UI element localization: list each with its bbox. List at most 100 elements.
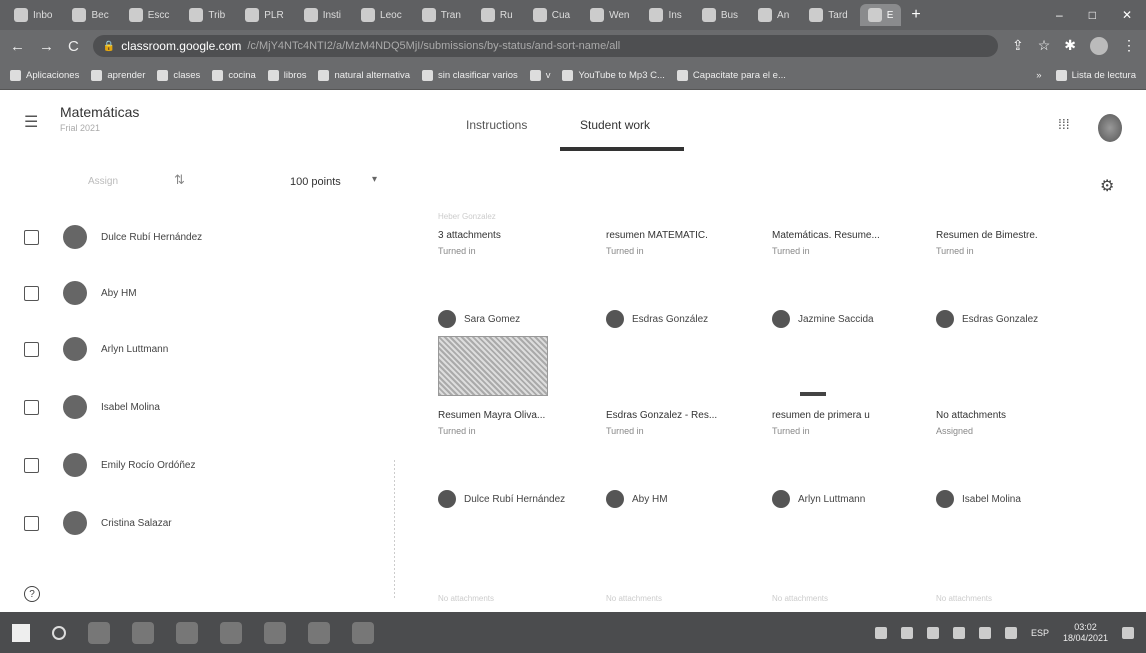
clock[interactable]: 03:02 18/04/2021: [1063, 622, 1108, 644]
student-checkbox[interactable]: [24, 399, 39, 415]
submission-student[interactable]: Aby HM: [606, 490, 668, 508]
tab-student-work[interactable]: Student work: [580, 118, 650, 132]
browser-tab[interactable]: Cua: [525, 4, 578, 26]
taskbar-app-icon[interactable]: [176, 621, 198, 644]
browser-tab[interactable]: Leoc: [353, 4, 410, 26]
notifications-icon[interactable]: [1122, 626, 1134, 639]
close-icon[interactable]: ✕: [1122, 8, 1132, 22]
share-icon[interactable]: ⇪: [1012, 37, 1024, 55]
submission-student[interactable]: Isabel Molina: [936, 490, 1021, 508]
language-indicator[interactable]: ESP: [1031, 628, 1049, 638]
submission-student[interactable]: Esdras González: [606, 310, 708, 328]
attachment-thumbnail[interactable]: [438, 336, 548, 396]
help-icon[interactable]: ?: [24, 586, 40, 602]
browser-tab[interactable]: Bec: [64, 4, 116, 26]
student-row[interactable]: Aby HM: [24, 278, 364, 308]
browser-tab[interactable]: E: [859, 4, 902, 26]
browser-tab-label: PLR: [264, 9, 284, 21]
chevron-down-icon[interactable]: ▾: [372, 174, 377, 185]
browser-tab[interactable]: An: [750, 4, 797, 26]
gear-icon[interactable]: ⚙: [1100, 176, 1114, 196]
points-dropdown[interactable]: 100 points: [290, 176, 341, 188]
tray-app-icon[interactable]: [874, 626, 887, 639]
tab-favicon-icon: [701, 8, 716, 22]
battery-icon[interactable]: [952, 626, 965, 639]
taskbar-app-icon[interactable]: [132, 621, 154, 644]
minimize-icon[interactable]: –: [1056, 8, 1063, 22]
browser-tab-label: Tard: [828, 9, 848, 21]
taskbar-app-icon[interactable]: [220, 621, 242, 644]
browser-tab[interactable]: Insti: [296, 4, 349, 26]
forward-icon[interactable]: →: [39, 38, 54, 55]
student-row[interactable]: Dulce Rubí Hernández: [24, 222, 364, 252]
reading-list-label: Lista de lectura: [1071, 70, 1136, 81]
url-input[interactable]: 🔒 classroom.google.com /c/MjY4NTc4NTI2/a…: [92, 35, 998, 57]
student-checkbox[interactable]: [24, 229, 39, 245]
maximize-icon[interactable]: □: [1089, 8, 1096, 22]
windows-start-icon[interactable]: [12, 623, 30, 642]
student-row[interactable]: Isabel Molina: [24, 392, 364, 422]
bookmark-item[interactable]: Aplicaciones: [10, 70, 79, 81]
volume-icon[interactable]: [978, 626, 991, 639]
bookmark-item[interactable]: natural alternativa: [318, 70, 410, 81]
browser-tab[interactable]: Ru: [473, 4, 521, 26]
sort-icon[interactable]: ⇅: [174, 172, 185, 188]
submission-student[interactable]: Jazmine Saccida: [772, 310, 874, 328]
extensions-icon[interactable]: ✱: [1064, 37, 1076, 55]
submission-student[interactable]: Arlyn Luttmann: [772, 490, 865, 508]
browser-tab[interactable]: Inbo: [6, 4, 60, 26]
bookmark-item[interactable]: YouTube to Mp3 C...: [562, 70, 665, 81]
reload-icon[interactable]: C: [68, 38, 79, 55]
apps-grid-icon[interactable]: ⁞⁞⁞: [1058, 116, 1070, 132]
browser-tab[interactable]: PLR: [237, 4, 291, 26]
student-row[interactable]: Arlyn Luttmann: [24, 334, 364, 364]
student-checkbox[interactable]: [24, 285, 39, 301]
submission-title: Esdras Gonzalez - Res...: [606, 410, 718, 421]
taskbar-app-icon[interactable]: [352, 621, 374, 644]
bookmark-item[interactable]: v: [529, 70, 550, 81]
submission-student[interactable]: Dulce Rubí Hernández: [438, 490, 565, 508]
browser-tab[interactable]: Tran: [414, 4, 469, 26]
student-avatar: [606, 490, 624, 508]
student-checkbox[interactable]: [24, 515, 39, 531]
taskbar-app-icon[interactable]: [264, 621, 286, 644]
browser-tab[interactable]: Trib: [181, 4, 233, 26]
student-row[interactable]: Cristina Salazar: [24, 508, 364, 538]
bookmark-item[interactable]: aprender: [91, 70, 145, 81]
bookmark-star-icon[interactable]: ☆: [1038, 37, 1051, 55]
taskbar-app-icon[interactable]: [308, 621, 330, 644]
browser-menu-icon[interactable]: ⋮: [1122, 37, 1136, 55]
bookmark-item[interactable]: clases: [157, 70, 200, 81]
student-row[interactable]: Emily Rocío Ordóñez: [24, 450, 364, 480]
student-checkbox[interactable]: [24, 341, 39, 357]
browser-tab[interactable]: Wen: [582, 4, 637, 26]
browser-tab[interactable]: Bus: [694, 4, 746, 26]
new-tab-button[interactable]: +: [911, 6, 920, 24]
browser-tab[interactable]: Tard: [801, 4, 855, 26]
bookmark-item[interactable]: Capacitate para el e...: [676, 70, 786, 81]
bookmarks-overflow[interactable]: »: [1036, 70, 1041, 81]
tab-favicon-icon: [72, 8, 87, 22]
browser-profile-icon[interactable]: [1090, 37, 1108, 55]
bookmark-item[interactable]: libros: [267, 70, 306, 81]
search-icon[interactable]: [52, 625, 66, 640]
student-checkbox[interactable]: [24, 457, 39, 473]
cloud-icon[interactable]: [1004, 626, 1017, 639]
bookmark-item[interactable]: cocina: [212, 70, 256, 81]
submission-student[interactable]: Esdras Gonzalez: [936, 310, 1038, 328]
reading-list-button[interactable]: Lista de lectura: [1055, 70, 1136, 81]
hamburger-menu-icon[interactable]: ☰: [24, 112, 38, 132]
class-title[interactable]: Matemáticas: [60, 104, 139, 120]
profile-avatar[interactable]: [1098, 114, 1122, 142]
tab-instructions[interactable]: Instructions: [466, 118, 527, 132]
browser-tab[interactable]: Escc: [121, 4, 178, 26]
folder-icon: [562, 70, 574, 81]
submission-student[interactable]: Sara Gomez: [438, 310, 520, 328]
browser-tab[interactable]: Ins: [641, 4, 689, 26]
network-icon[interactable]: [926, 626, 939, 639]
bookmark-item[interactable]: sin clasificar varios: [422, 70, 518, 81]
task-view-icon[interactable]: [88, 621, 110, 644]
back-icon[interactable]: ←: [10, 38, 25, 55]
sort-dropdown[interactable]: Assign: [88, 176, 118, 187]
tray-up-icon[interactable]: [900, 626, 913, 639]
